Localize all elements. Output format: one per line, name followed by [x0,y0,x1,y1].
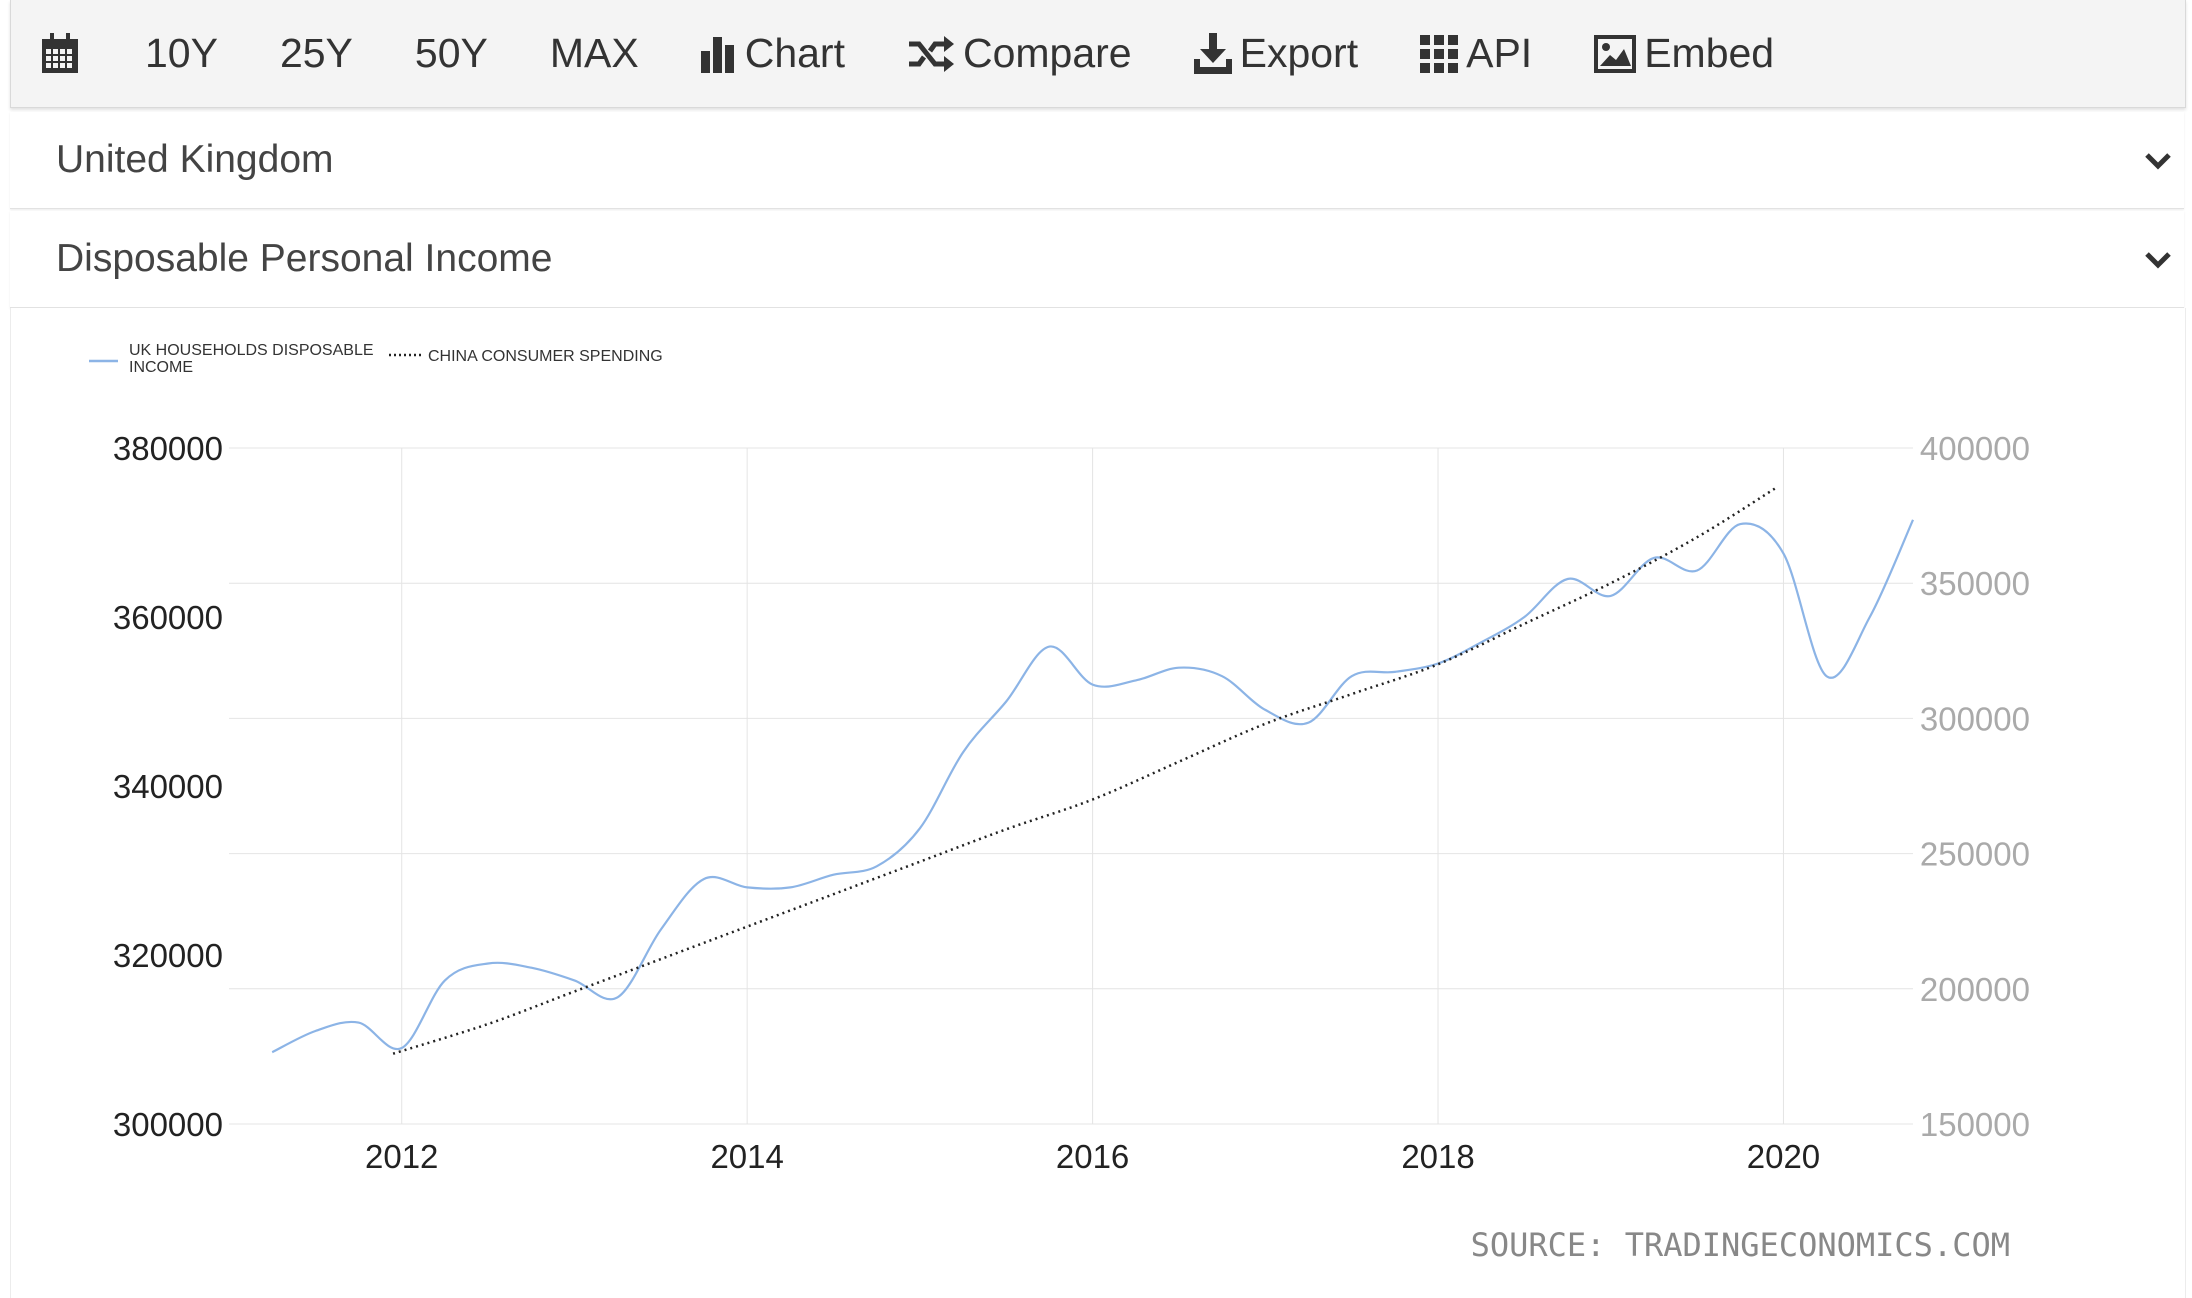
y-right-tick-label: 150000 [1920,1106,2030,1143]
range-25y-button[interactable]: 25Y [280,0,353,107]
y-left-tick-label: 320000 [113,937,223,974]
legend-label-uk: INCOME [129,359,193,376]
download-icon [1193,32,1232,74]
range-50y-label: 50Y [414,30,488,76]
range-25y-label: 25Y [279,30,353,76]
indicator-selector[interactable]: Disposable Personal Income [10,211,2184,308]
x-tick-label: 2012 [365,1138,438,1175]
range-50y-button[interactable]: 50Y [415,0,488,107]
chevron-down-icon [2145,153,2171,170]
chevron-down-icon [2145,252,2171,269]
shuffle-icon [908,35,954,72]
y-right-tick-label: 200000 [1920,971,2030,1008]
x-tick-label: 2020 [1747,1138,1820,1175]
x-tick-label: 2016 [1056,1138,1129,1175]
country-selector[interactable]: United Kingdom [10,112,2184,209]
grid-icon [1420,34,1459,73]
toolbar: 10Y 25Y 50Y MAX Chart Compare Export API… [10,0,2186,108]
indicator-selector-value: Disposable Personal Income [56,237,553,280]
y-right-tick-label: 350000 [1920,565,2030,602]
country-selector-value: United Kingdom [56,138,334,181]
image-icon [1594,34,1637,73]
grid-lines [229,447,1913,1125]
series-line-china-consumer-spending [392,487,1776,1055]
range-10y-button[interactable]: 10Y [145,0,218,107]
y-left-tick-label: 340000 [113,768,223,805]
range-max-label: MAX [549,30,639,76]
compare-button[interactable]: Compare [907,0,1132,107]
range-max-button[interactable]: MAX [550,0,639,107]
y-left-tick-label: 300000 [113,1106,223,1143]
range-10y-label: 10Y [145,30,218,76]
y-right-tick-label: 300000 [1920,700,2030,737]
export-button[interactable]: Export [1193,0,1359,107]
legend-label-china: CHINA CONSUMER SPENDING [428,348,663,365]
legend-label-uk: UK HOUSEHOLDS DISPOSABLE [129,342,374,359]
export-label: Export [1239,30,1359,76]
calendar-icon [42,32,78,73]
x-tick-label: 2018 [1401,1138,1474,1175]
embed-button[interactable]: Embed [1594,0,1774,107]
y-right-tick-label: 400000 [1920,430,2030,467]
chart-button[interactable]: Chart [700,0,845,107]
calendar-button[interactable] [41,0,79,107]
source-text: SOURCE: TRADINGECONOMICS.COM [1471,1226,2010,1264]
compare-label: Compare [962,30,1132,76]
embed-label: Embed [1644,30,1775,76]
x-tick-label: 2014 [710,1138,783,1175]
y-right-tick-label: 250000 [1920,836,2030,873]
api-label: API [1466,30,1533,76]
chart-legend: UK HOUSEHOLDS DISPOSABLEINCOME CHINA CONS… [89,342,663,376]
bar-chart-icon [700,36,734,73]
axis-labels: 400000 350000 300000 250000 200000 150000 3800… [113,430,2030,1175]
api-button[interactable]: API [1420,0,1532,107]
y-left-tick-label: 360000 [113,599,223,636]
line-chart: 400000 350000 300000 250000 200000 150000 3800… [89,342,2030,1264]
chart-panel: 400000 350000 300000 250000 200000 150000 3800… [10,308,2186,1298]
y-left-tick-label: 380000 [113,430,223,467]
chart-label: Chart [744,30,845,76]
